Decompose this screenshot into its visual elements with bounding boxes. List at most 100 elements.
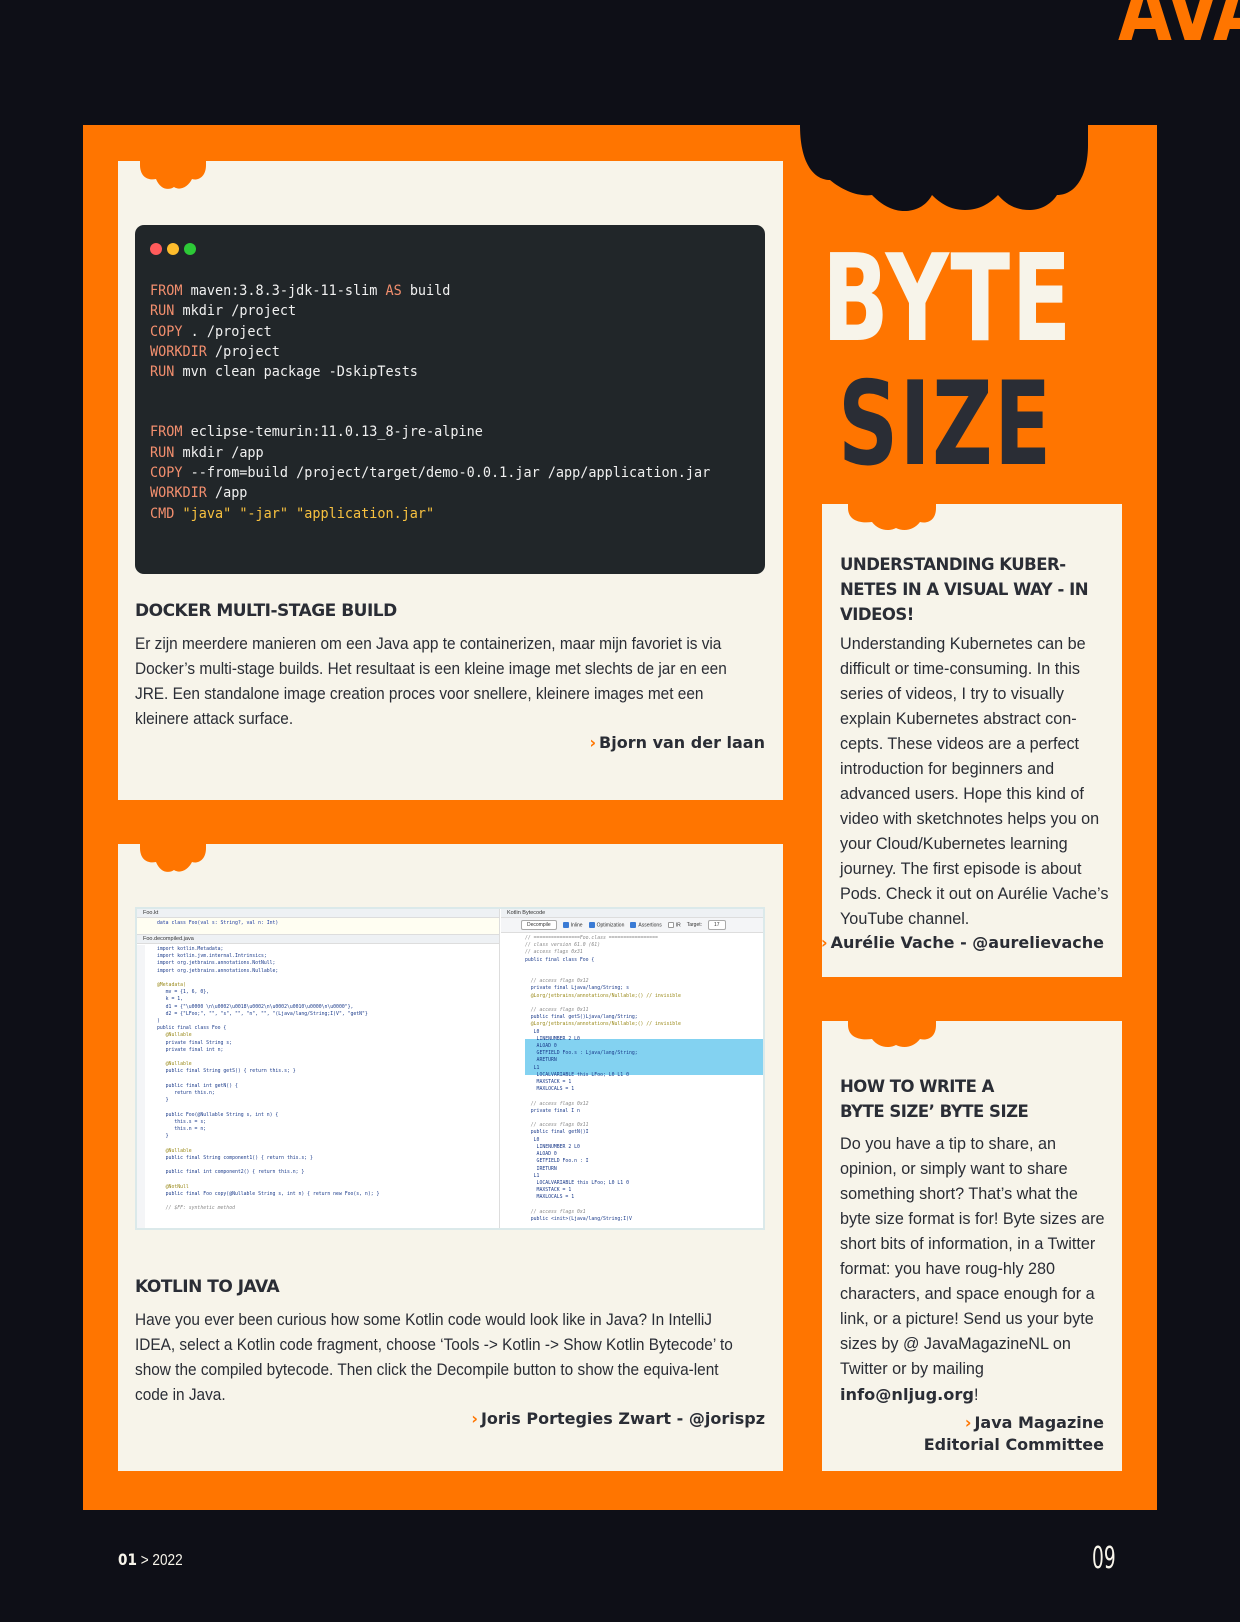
- option-ir: IR: [667, 921, 681, 928]
- article-body-howto: Do you have a tip to share, an opinion, …: [840, 1135, 1105, 1404]
- maximize-dot-icon: [184, 243, 196, 255]
- author-name: Bjorn van der laan: [599, 733, 765, 752]
- ide-code-line: ALOAD 0: [525, 1152, 557, 1158]
- ide-code-line: }: [157, 1098, 169, 1104]
- line-gutter: [137, 945, 145, 1228]
- ide-code-line: LINENUMBER 2 L0: [525, 1036, 580, 1042]
- email-link[interactable]: info@nljug.org: [840, 1385, 974, 1404]
- ide-code-line: // $FF: synthetic method: [157, 1206, 235, 1212]
- chevron-right-icon: ›: [964, 1413, 972, 1432]
- ide-code-line: [525, 1093, 763, 1100]
- checkbox-icon: [562, 921, 569, 928]
- ide-code-line: [157, 1104, 495, 1111]
- ide-code-line: public final getS()Ljava/lang/String;: [525, 1015, 638, 1021]
- ide-code-line: LINENUMBER 2 L0: [525, 1144, 580, 1150]
- ide-code-line: // access flags 0x12: [525, 979, 589, 985]
- ide-code-line: import kotlin.jvm.internal.Intrinsics;: [157, 954, 267, 960]
- decorative-cloud: [800, 125, 1088, 213]
- window-controls: [150, 243, 750, 255]
- ide-code-line: this.s = s;: [157, 1119, 207, 1125]
- option-optimization: Optimization: [588, 921, 624, 928]
- tab-foo-kt: Foo.kt: [137, 909, 499, 918]
- ide-code-line: import org.jetbrains.annotations.NotNull…: [157, 961, 276, 967]
- ide-code-line: LOCALVARIABLE this LFoo; L0 L1 0: [525, 1072, 629, 1078]
- dockerfile-stage-runtime: FROM eclipse-temurin:11.0.13_8-jre-alpin…: [150, 422, 750, 523]
- kotlin-bytecode: // ================Foo.class ===========…: [501, 935, 763, 1228]
- code-line: RUN mvn clean package -DskipTests: [150, 364, 418, 381]
- ide-code-line: MAXLOCALS = 1: [525, 1087, 575, 1093]
- ide-code-line: @Nullable: [157, 1148, 192, 1154]
- ide-code-line: d1 = {"\u0000 \n\u0002\u0018\u0002\n\u00…: [157, 1004, 354, 1010]
- option-inline: Inline: [562, 921, 583, 928]
- ide-code-line: GETFIELD Foo.n : I: [525, 1159, 589, 1165]
- checkbox-icon: [588, 921, 595, 928]
- ide-code-line: private final Ljava/lang/String; s: [525, 986, 629, 992]
- ide-code-line: [525, 1000, 763, 1007]
- ide-code-line: }: [157, 1134, 169, 1140]
- target-label: Target:: [686, 922, 703, 928]
- ide-code-line: IRETURN: [525, 1166, 557, 1172]
- ide-code-line: @NotNull: [157, 1184, 189, 1190]
- checkbox-icon: [630, 921, 637, 928]
- decorative-blob: [140, 844, 206, 874]
- ide-code-line: [157, 1140, 495, 1147]
- ide-code-line: [157, 1198, 495, 1205]
- chevron-right-icon: ›: [471, 1409, 478, 1428]
- ide-code-line: L0: [525, 1029, 540, 1035]
- ide-code-line: d2 = {"LFoo;", "", "s", "", "n", "", "(L…: [157, 1011, 368, 1017]
- code-line: FROM maven:3.8.3-jdk-11-slim AS build: [150, 283, 451, 299]
- article-author-howto: › Java Magazine Editorial Committee: [923, 1413, 1104, 1454]
- ide-code-line: ALOAD 0: [525, 1044, 557, 1050]
- decorative-blob: [140, 161, 206, 191]
- ide-code-line: [157, 1177, 495, 1184]
- ide-code-line: ): [157, 1019, 160, 1025]
- ide-code-line: L1: [525, 1173, 540, 1179]
- ide-code-line: public final String component1() { retur…: [157, 1155, 313, 1161]
- minimize-dot-icon: [167, 243, 179, 255]
- decompile-button: Decompile: [521, 920, 557, 930]
- section-title-byte: BYTE: [822, 230, 1073, 369]
- ide-code-line: [525, 964, 763, 971]
- issue-label: 01 > 2022: [118, 1550, 183, 1569]
- ide-code-line: this.n = n;: [157, 1127, 207, 1133]
- page-number: 09: [1092, 1541, 1116, 1576]
- bytecode-toolbar: Decompile Inline Optimization Assertions…: [501, 918, 763, 933]
- checkbox-icon: [667, 921, 674, 928]
- ide-code-line: [157, 1076, 495, 1083]
- article-body-kubernetes: Understanding Kubernetes can be difficul…: [840, 635, 1109, 928]
- ide-code-line: LOCALVARIABLE this LFoo; L0 L1 0: [525, 1180, 629, 1186]
- ide-code-line: public <init>(Ljava/lang/String;I)V: [525, 1216, 632, 1222]
- decorative-blob: [848, 504, 938, 534]
- article-body-kotlin: Have you ever been curious how some Kotl…: [135, 1311, 733, 1404]
- ide-code-line: public Foo(@Nullable String s, int n) {: [157, 1112, 279, 1118]
- code-line: COPY --from=build /project/target/demo-0…: [150, 465, 711, 482]
- code-line: WORKDIR /project: [150, 343, 280, 360]
- ide-code-line: MAXSTACK = 1: [525, 1188, 572, 1194]
- code-line: RUN mkdir /project: [150, 303, 297, 320]
- ide-code-line: mv = {1, 6, 0},: [157, 990, 209, 996]
- ide-code-line: k = 1,: [157, 997, 183, 1003]
- ide-code-line: MAXSTACK = 1: [525, 1080, 572, 1086]
- ide-code-line: @Lorg/jetbrains/annotations/Nullable;() …: [525, 993, 681, 999]
- tab-foo-decompiled: Foo.decompiled.java: [137, 935, 499, 944]
- decorative-blob: [848, 1021, 938, 1051]
- article-author-kubernetes: › Aurélie Vache - @aurelievache: [821, 932, 1104, 954]
- title-line: HOW TO WRITE A: [840, 1077, 994, 1096]
- tab-kotlin-bytecode: Kotlin Bytecode: [501, 909, 763, 918]
- ide-code-line: // class version 61.0 (61): [525, 943, 601, 949]
- close-dot-icon: [150, 243, 162, 255]
- ide-code-line: L0: [525, 1137, 540, 1143]
- title-line: BYTE SIZE’ BYTE SIZE: [840, 1102, 1029, 1121]
- article-title-docker: DOCKER MULTI-STAGE BUILD: [135, 601, 397, 621]
- dockerfile-stage-build: FROM maven:3.8.3-jdk-11-slim AS build RUN…: [150, 281, 750, 382]
- ide-bytecode-pane: Kotlin Bytecode Decompile Inline Optimiz…: [501, 909, 763, 1228]
- ide-code-line: public final int getN() {: [157, 1083, 238, 1089]
- article-author-docker: › Bjorn van der laan: [589, 732, 765, 754]
- decompiled-java-code: import kotlin.Metadata; import kotlin.jvm…: [157, 946, 495, 1213]
- code-line: COPY . /project: [150, 323, 272, 340]
- ide-code-line: public final getN()I: [525, 1130, 589, 1136]
- code-line: FROM eclipse-temurin:11.0.13_8-jre-alpin…: [150, 424, 483, 441]
- ide-code-line: public final class Foo {: [157, 1026, 227, 1032]
- article-body-docker: Er zijn meerdere manieren om een Java ap…: [135, 635, 727, 728]
- ide-code-line: // ================Foo.class ===========…: [525, 936, 658, 941]
